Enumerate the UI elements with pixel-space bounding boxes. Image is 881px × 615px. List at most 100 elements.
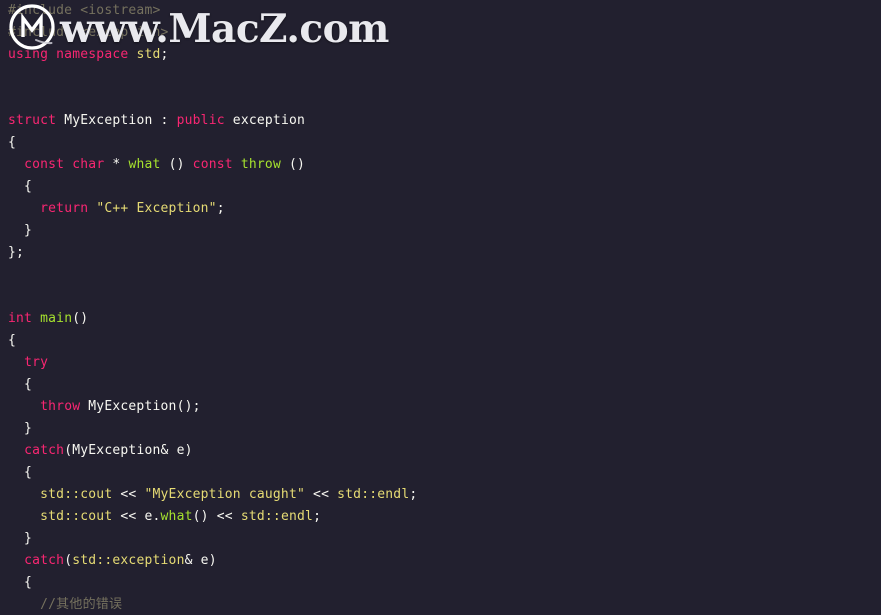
code-token-punct: {: [8, 377, 33, 392]
code-line[interactable]: {: [8, 462, 881, 484]
code-line[interactable]: {: [8, 176, 881, 198]
code-token-op: <<: [112, 487, 145, 502]
code-token-punct: {: [8, 135, 17, 150]
code-token-plain: e.: [144, 509, 161, 524]
code-line[interactable]: #include <exception>: [8, 22, 881, 44]
code-token-punct: (): [280, 157, 306, 172]
code-line[interactable]: {: [8, 374, 881, 396]
code-token-punct: }: [8, 421, 33, 436]
code-token-punct: (): [192, 509, 209, 524]
code-token-ident: std::cout: [40, 487, 113, 502]
code-token-key: catch: [24, 553, 65, 568]
code-token-comment: #include <exception>: [8, 25, 169, 40]
code-line[interactable]: };: [8, 242, 881, 264]
code-token-func: throw: [240, 157, 281, 172]
code-token-key: const: [24, 157, 65, 172]
code-token-op: <<: [208, 509, 241, 524]
code-line[interactable]: #include <iostream>: [8, 0, 881, 22]
code-token-str: "MyException caught": [144, 487, 306, 502]
code-token-plain: exception: [224, 113, 306, 128]
code-token-str: "C++ Exception": [96, 201, 217, 216]
code-token-key: catch: [24, 443, 65, 458]
code-token-punct: ;: [216, 201, 225, 216]
code-token-op: <<: [305, 487, 338, 502]
code-token-key: try: [24, 355, 49, 370]
code-content[interactable]: #include <iostream> #include <exception> u…: [8, 0, 881, 615]
code-line[interactable]: }: [8, 528, 881, 550]
code-token-ident: std::cout: [40, 509, 113, 524]
code-token-key: const: [192, 157, 233, 172]
code-token-key: throw: [40, 399, 81, 414]
code-line[interactable]: std::cout << "MyException caught" << std…: [8, 484, 881, 506]
code-line[interactable]: try: [8, 352, 881, 374]
code-token-punct: :: [160, 113, 169, 128]
code-line[interactable]: }: [8, 418, 881, 440]
code-token-punct: {: [8, 179, 33, 194]
code-token-key: char: [72, 157, 105, 172]
code-token-plain: MyException();: [80, 399, 201, 414]
code-line[interactable]: throw MyException();: [8, 396, 881, 418]
code-token-punct: {: [8, 465, 33, 480]
code-line[interactable]: int main(): [8, 308, 881, 330]
code-token-key: public: [176, 113, 225, 128]
code-token-op: <<: [112, 509, 145, 524]
code-token-func: main: [40, 311, 73, 326]
code-token-ident: std::endl: [337, 487, 410, 502]
code-token-comment: #include <iostream>: [8, 3, 161, 18]
code-token-func: what: [160, 509, 193, 524]
code-token-key: using namespace: [8, 47, 129, 62]
code-token-plain: (MyException& e): [64, 443, 193, 458]
code-token-punct: }: [8, 531, 33, 546]
code-surface: #include <iostream> #include <exception> u…: [0, 0, 881, 615]
code-token-plain: MyException: [56, 113, 161, 128]
code-line[interactable]: {: [8, 132, 881, 154]
code-line[interactable]: using namespace std;: [8, 44, 881, 66]
code-line[interactable]: [8, 264, 881, 286]
code-token-func: what: [128, 157, 161, 172]
code-line[interactable]: [8, 88, 881, 110]
code-token-punct: {: [8, 575, 33, 590]
code-token-punct: };: [8, 245, 25, 260]
code-token-ident: std::exception: [72, 553, 185, 568]
code-token-punct: ;: [409, 487, 418, 502]
code-line[interactable]: catch(std::exception& e): [8, 550, 881, 572]
code-line[interactable]: catch(MyException& e): [8, 440, 881, 462]
code-line[interactable]: const char * what () const throw (): [8, 154, 881, 176]
code-line[interactable]: [8, 66, 881, 88]
code-token-key: struct: [8, 113, 57, 128]
code-token-punct: {: [8, 333, 17, 348]
code-token-key: int: [8, 311, 33, 326]
code-token-key: return: [40, 201, 89, 216]
code-token-ident: std::endl: [240, 509, 314, 524]
code-line[interactable]: return "C++ Exception";: [8, 198, 881, 220]
code-line[interactable]: [8, 286, 881, 308]
code-token-punct: ;: [160, 47, 169, 62]
code-token-comment: //其他的错误: [40, 597, 123, 612]
code-line[interactable]: std::cout << e.what() << std::endl;: [8, 506, 881, 528]
code-token-punct: (): [160, 157, 185, 172]
code-token-punct: ;: [313, 509, 322, 524]
code-line[interactable]: struct MyException : public exception: [8, 110, 881, 132]
code-line[interactable]: //其他的错误: [8, 594, 881, 615]
code-line[interactable]: }: [8, 220, 881, 242]
code-editor-screenshot: #include <iostream> #include <exception> u…: [0, 0, 881, 615]
code-token-ident: std: [136, 47, 161, 62]
code-token-punct: }: [8, 223, 33, 238]
code-line[interactable]: {: [8, 330, 881, 352]
code-line[interactable]: {: [8, 572, 881, 594]
code-token-plain: & e): [184, 553, 217, 568]
code-token-punct: (): [72, 311, 89, 326]
